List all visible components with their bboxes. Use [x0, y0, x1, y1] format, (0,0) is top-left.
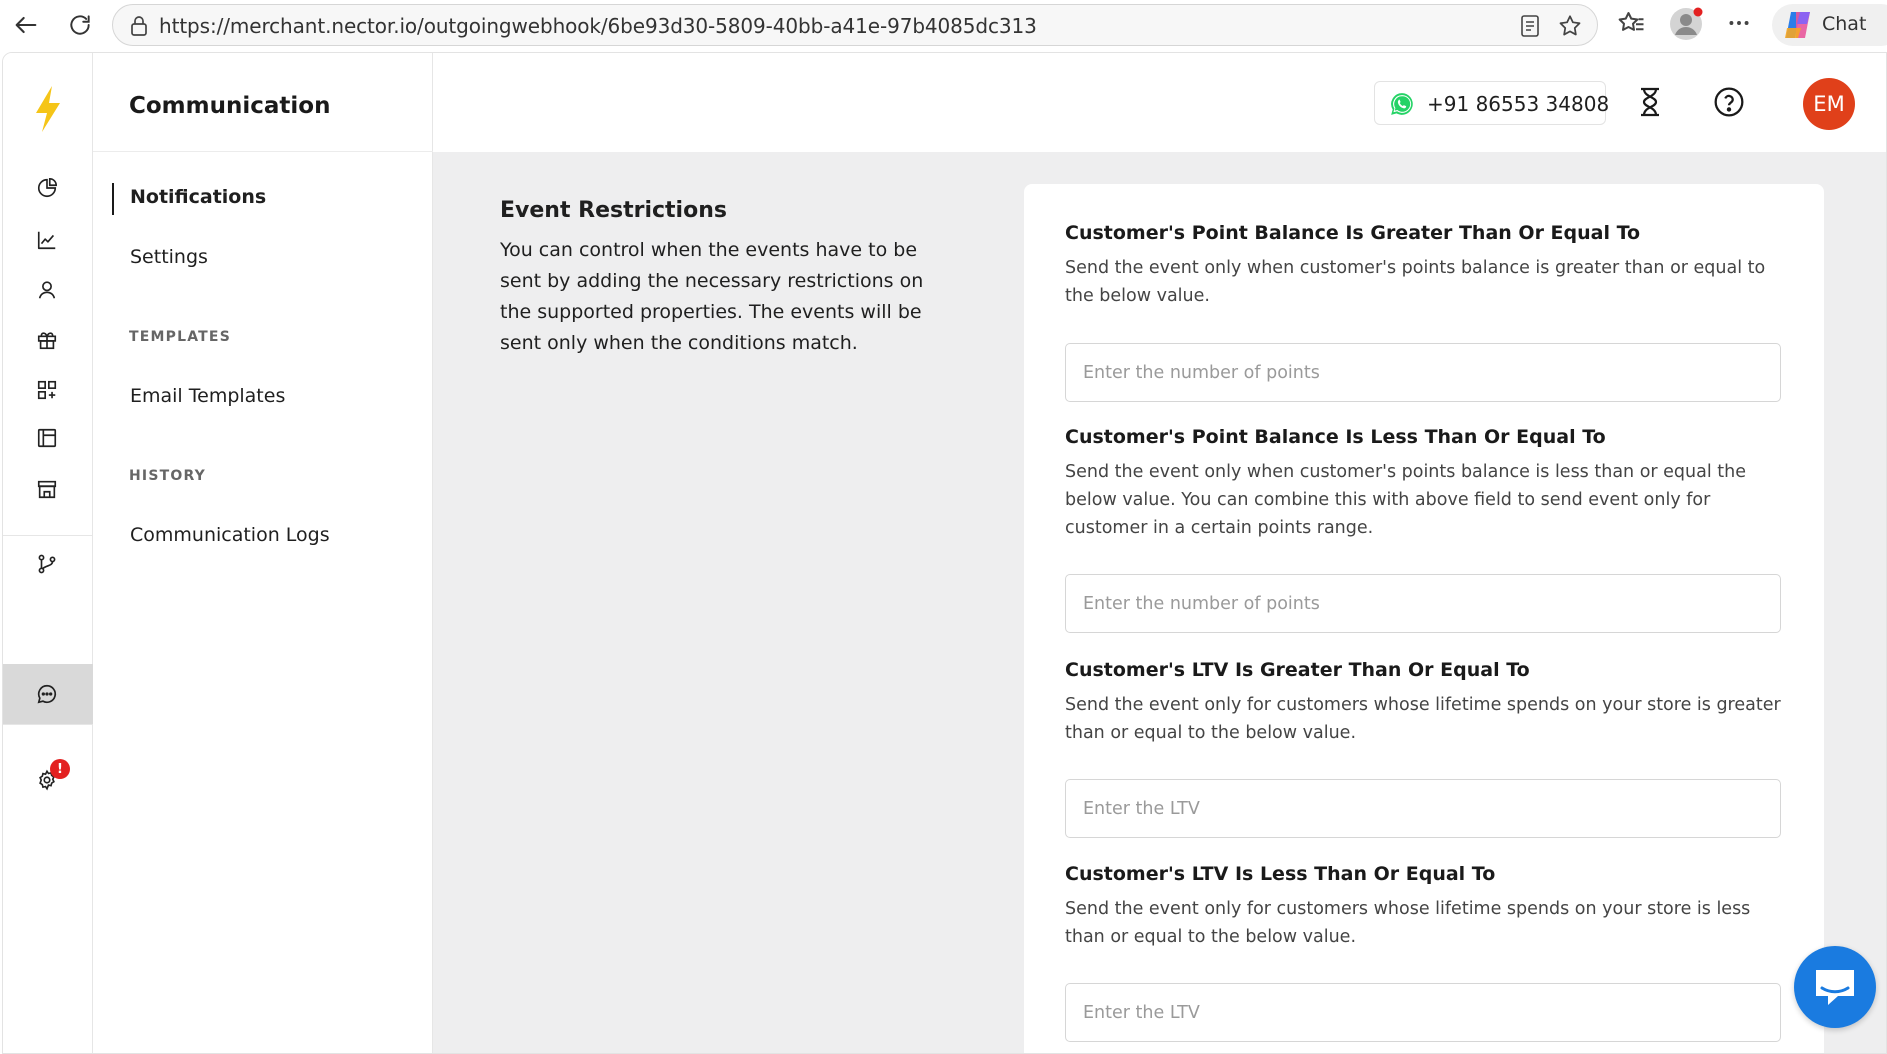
ltv-max-input[interactable] — [1065, 983, 1781, 1042]
reader-mode-icon[interactable] — [1519, 14, 1541, 42]
field-label: Customer's LTV Is Less Than Or Equal To — [1065, 863, 1496, 885]
icon-rail: ! — [3, 53, 93, 1053]
customers-user-icon[interactable] — [34, 277, 60, 303]
section-title-templates: TEMPLATES — [129, 329, 231, 345]
store-icon[interactable] — [34, 476, 60, 502]
favorite-star-icon[interactable] — [1557, 13, 1583, 43]
reload-icon — [70, 15, 90, 35]
active-indicator — [112, 183, 114, 215]
top-header: +91 86553 34808 EM — [433, 53, 1886, 152]
section-heading: Event Restrictions — [500, 198, 727, 223]
whatsapp-icon — [1389, 91, 1415, 121]
restrictions-form-card: Customer's Point Balance Is Greater Than… — [1024, 184, 1824, 1053]
analytics-chart-icon[interactable] — [34, 227, 60, 253]
whatsapp-support-button[interactable]: +91 86553 34808 — [1374, 81, 1610, 125]
site-info-icon[interactable] — [129, 15, 149, 41]
main-content: Event Restrictions You can control when … — [433, 152, 1886, 1053]
user-avatar[interactable]: EM — [1803, 78, 1855, 130]
field-description: Send the event only when customer's poin… — [1065, 258, 1766, 306]
support-phone-number: +91 86553 34808 — [1427, 92, 1610, 116]
help-question-icon[interactable] — [1713, 86, 1745, 122]
sidebar-header: Communication — [93, 53, 433, 152]
hourglass-icon[interactable] — [1638, 87, 1662, 121]
section-title-history: HISTORY — [129, 468, 207, 484]
favorites-icon[interactable] — [1616, 8, 1646, 42]
sidebar-item-notifications[interactable]: Notifications — [130, 186, 266, 208]
arrow-left-icon — [15, 16, 37, 34]
event-restrictions-intro: Event Restrictions You can control when … — [500, 198, 940, 359]
field-label: Customer's LTV Is Greater Than Or Equal … — [1065, 659, 1530, 681]
ltv-min-field: Customer's LTV Is Greater Than Or Equal … — [1065, 659, 1781, 838]
field-description: Send the event only for customers whose … — [1065, 695, 1781, 743]
points-min-field: Customer's Point Balance Is Greater Than… — [1065, 222, 1781, 402]
browser-toolbar: https://merchant.nector.io/outgoingwebho… — [0, 0, 1887, 50]
field-label: Customer's Point Balance Is Less Than Or… — [1065, 426, 1606, 448]
section-description: You can control when the events have to … — [500, 239, 924, 354]
url-text: https://merchant.nector.io/outgoingwebho… — [159, 14, 1037, 38]
profile-avatar-icon[interactable] — [1668, 6, 1704, 46]
points-max-input[interactable] — [1065, 574, 1781, 633]
sidebar-item-settings[interactable]: Settings — [130, 246, 208, 268]
dashboard-pie-icon[interactable] — [34, 175, 60, 201]
pages-layout-icon[interactable] — [34, 425, 60, 451]
rail-divider — [3, 724, 93, 725]
field-description: Send the event only for customers whose … — [1065, 899, 1751, 947]
apps-grid-icon[interactable] — [34, 377, 60, 403]
ltv-max-field: Customer's LTV Is Less Than Or Equal To … — [1065, 863, 1781, 1042]
live-chat-button[interactable] — [1794, 946, 1876, 1028]
communication-sidebar: Communication Notifications Settings TEM… — [93, 53, 433, 1053]
copilot-chat-button[interactable]: Chat — [1772, 4, 1887, 46]
chat-label: Chat — [1822, 13, 1867, 35]
field-label: Customer's Point Balance Is Greater Than… — [1065, 222, 1641, 244]
rewards-gift-icon[interactable] — [34, 327, 60, 353]
points-max-field: Customer's Point Balance Is Less Than Or… — [1065, 426, 1781, 633]
back-button[interactable] — [10, 9, 42, 41]
field-description: Send the event only when customer's poin… — [1065, 462, 1746, 538]
sidebar-item-communication-logs[interactable]: Communication Logs — [130, 524, 330, 546]
address-bar[interactable]: https://merchant.nector.io/outgoingwebho… — [112, 4, 1598, 46]
sidebar-title: Communication — [129, 93, 331, 119]
chat-bubble-icon — [1816, 970, 1854, 1005]
copilot-icon — [1782, 10, 1814, 44]
sidebar-item-email-templates[interactable]: Email Templates — [130, 385, 285, 407]
more-options-icon[interactable] — [1726, 10, 1752, 40]
rail-divider — [3, 535, 93, 536]
nector-logo[interactable] — [33, 85, 63, 137]
communication-chat-icon[interactable] — [34, 681, 60, 707]
app-window: ! Communication Notifications Settings T… — [2, 52, 1887, 1054]
settings-alert-badge: ! — [50, 759, 70, 779]
points-min-input[interactable] — [1065, 343, 1781, 402]
ltv-min-input[interactable] — [1065, 779, 1781, 838]
workflow-branch-icon[interactable] — [34, 551, 60, 577]
reload-button[interactable] — [64, 9, 96, 41]
